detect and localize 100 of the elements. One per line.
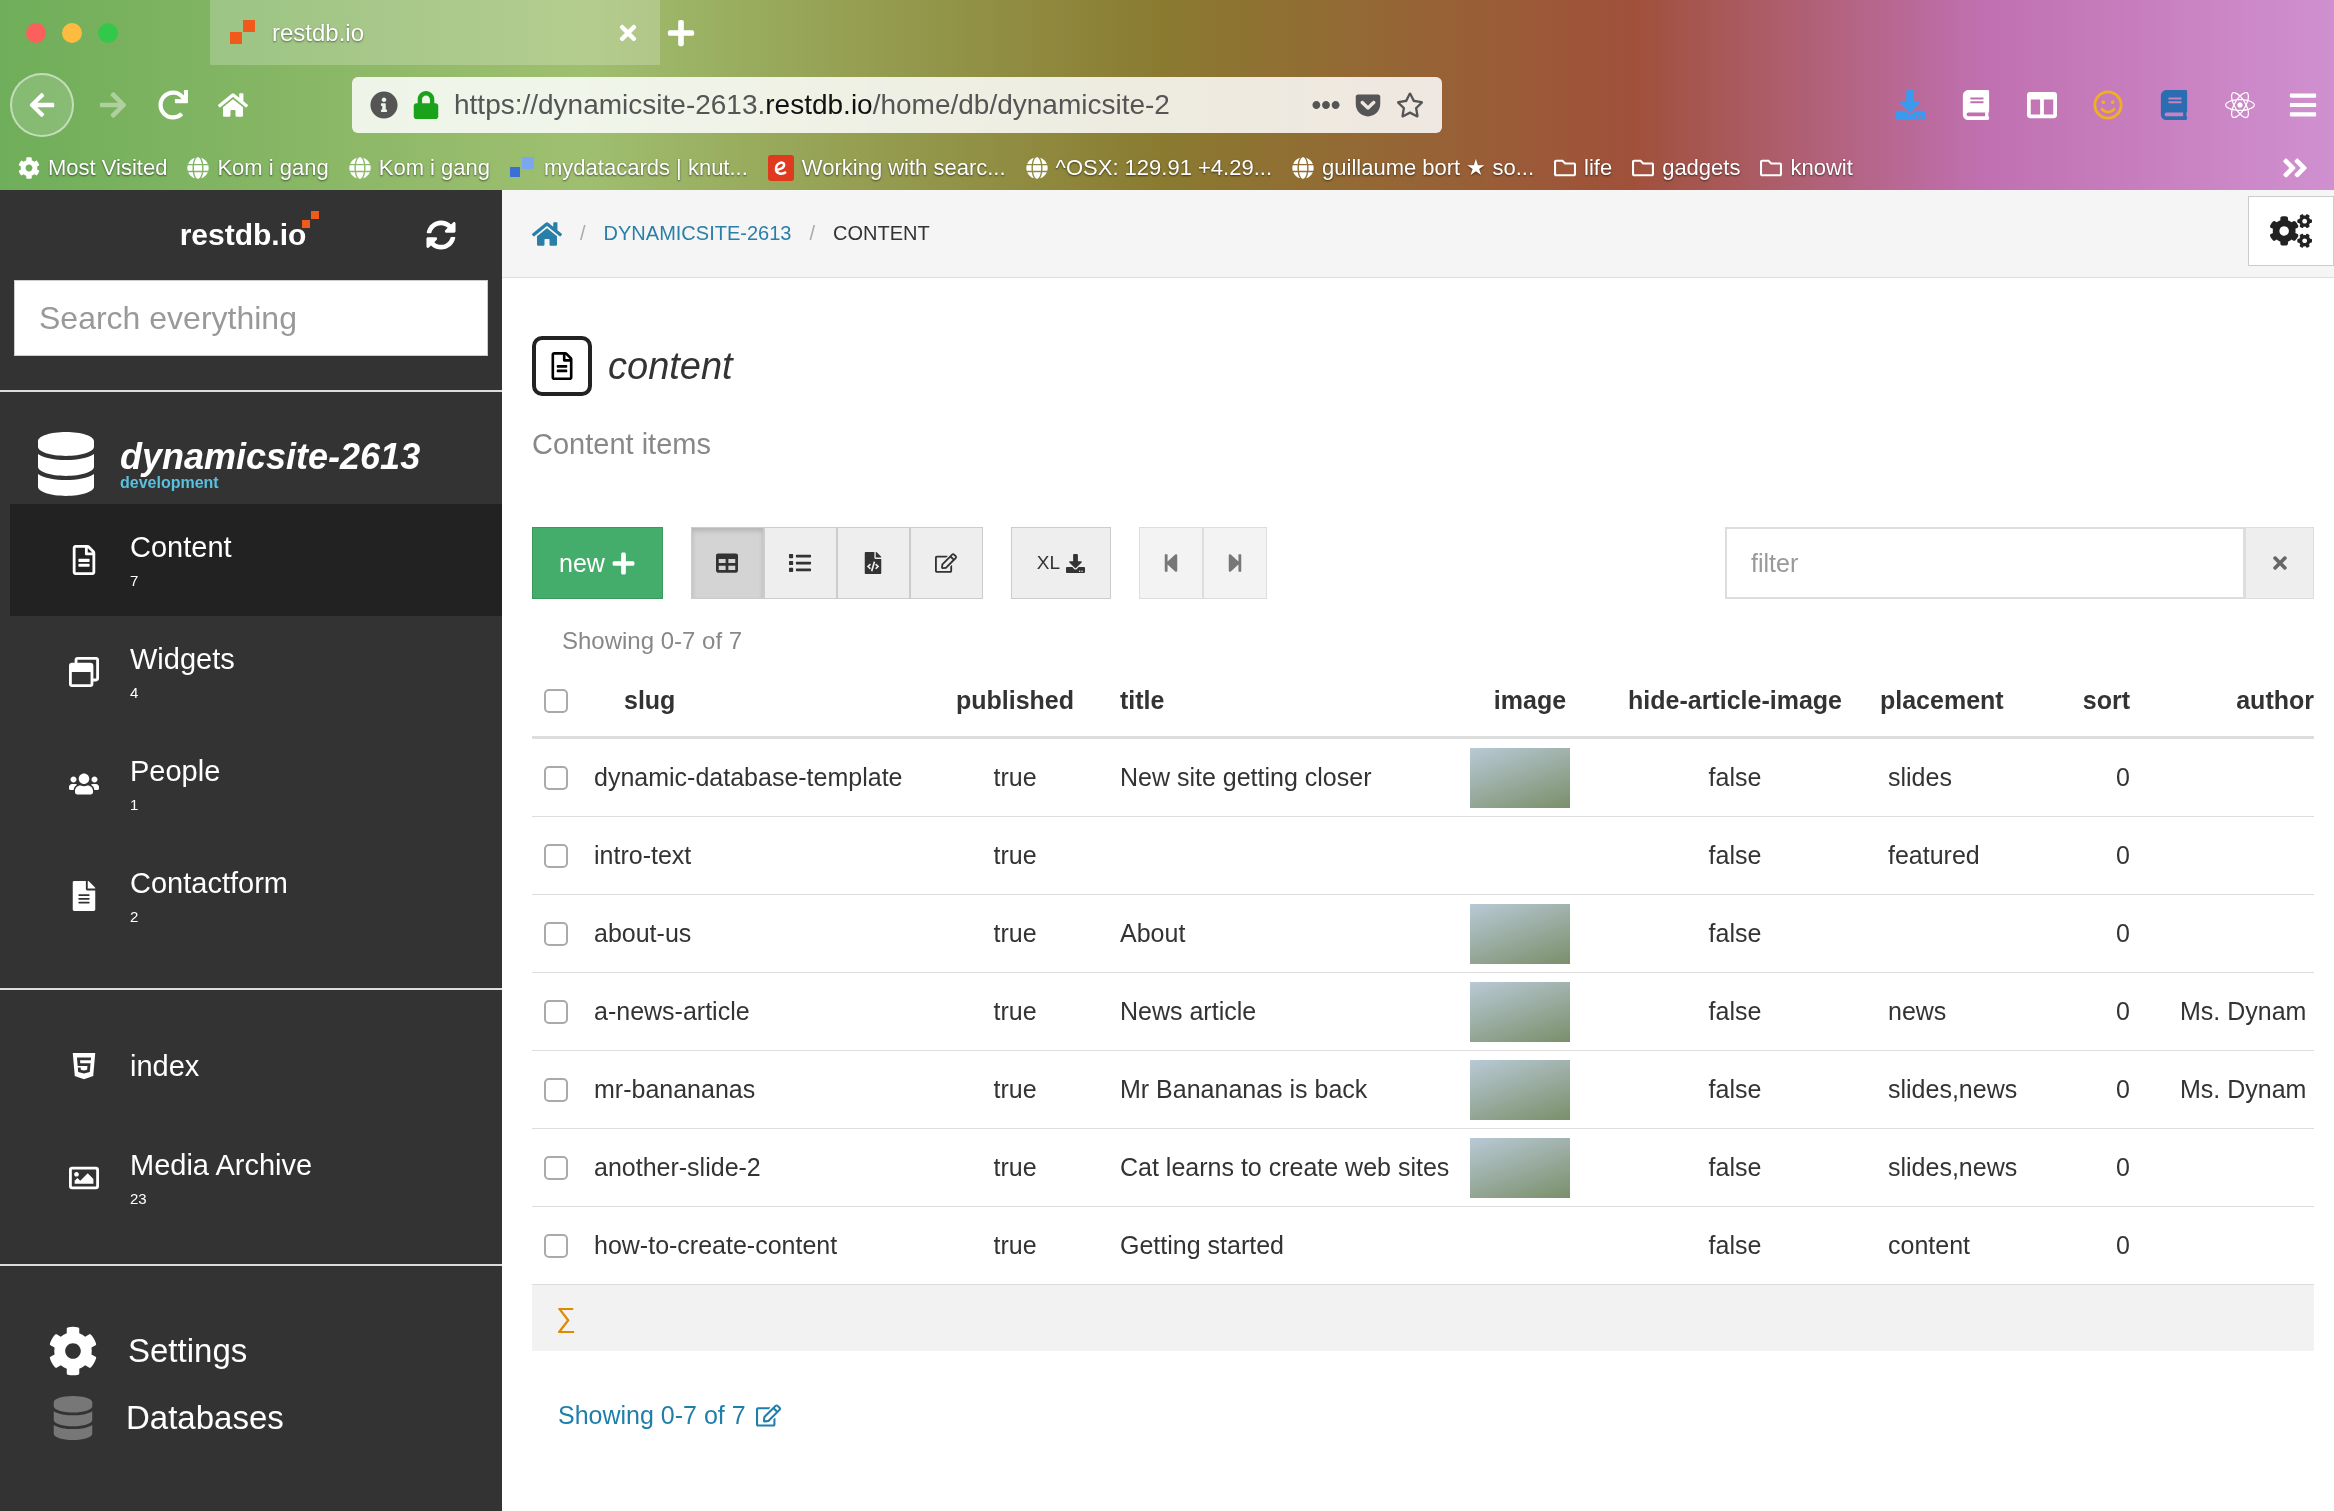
search-field[interactable]: Search everything	[14, 280, 488, 356]
star-icon[interactable]	[1396, 91, 1424, 119]
row-checkbox[interactable]	[544, 1077, 568, 1102]
breadcrumb-separator: /	[580, 222, 586, 245]
table-cell-text: true	[992, 919, 1038, 948]
column-header[interactable]: sort	[2060, 686, 2130, 715]
table-cell-text: how-to-create-content	[594, 1231, 839, 1260]
globe-icon	[1292, 156, 1315, 179]
view-button[interactable]	[909, 527, 983, 599]
settings-button[interactable]	[2248, 196, 2334, 266]
sidebar-item[interactable]: People 1	[10, 728, 502, 840]
gear-icon	[18, 156, 40, 179]
table-cell-text: Mr Banananas is back	[1119, 1075, 1369, 1104]
item-count: 2	[130, 908, 140, 925]
column-header[interactable]: author	[2130, 686, 2314, 715]
table-cell-text: false	[1707, 997, 1763, 1026]
sidebar-item[interactable]: Media Archive 23	[10, 1122, 502, 1234]
clear-filter-button[interactable]	[2245, 527, 2314, 599]
view-button[interactable]	[763, 527, 837, 599]
column-header[interactable]: image	[1470, 686, 1590, 715]
address-bar[interactable]: https://dynamicsite-2613.restdb.io/home/db/dynamicsite-2	[352, 77, 1442, 133]
sidebar-item[interactable]: Widgets 4	[10, 616, 502, 728]
table-cell-text: true	[992, 1075, 1038, 1104]
item-label: People	[130, 755, 221, 787]
table-cell-text: About	[1119, 919, 1187, 948]
page-title: content	[608, 344, 733, 388]
document-icon	[532, 336, 592, 396]
bookmark-link[interactable]: ^OSX: 129.91 +4.29...	[1025, 154, 1273, 181]
table-cell-text: 0	[2115, 1075, 2130, 1104]
table-cell-text: Ms. Dynam	[2179, 997, 2308, 1026]
table-cell-text: featured	[1887, 841, 1981, 870]
export-button[interactable]: XL	[1010, 527, 1111, 599]
letter-e-icon	[767, 154, 794, 181]
table-cell-text: Ms. Dynam	[2179, 1075, 2308, 1104]
table-cell-text: true	[992, 1153, 1038, 1182]
column-header[interactable]: title	[1080, 686, 1470, 715]
edit-icon	[935, 552, 958, 574]
table-cell-text: false	[1707, 763, 1763, 792]
back-arrow-icon	[28, 91, 56, 119]
row-checkbox[interactable]	[544, 1233, 568, 1258]
item-count: 4	[130, 684, 140, 701]
globe-icon	[187, 156, 210, 179]
row-checkbox[interactable]	[544, 1155, 568, 1180]
next-page-button[interactable]	[1202, 527, 1267, 599]
column-header[interactable]: slug	[594, 686, 950, 715]
column-header[interactable]: hide-article-image	[1590, 686, 1880, 715]
bookmark-link[interactable]: life	[1554, 154, 1613, 181]
table-cell-text: slides	[1887, 763, 1953, 792]
table-cell-text: true	[992, 1231, 1038, 1260]
sum-symbol: ∑	[556, 1302, 576, 1334]
item-label: Contactform	[130, 867, 288, 899]
item-label: Media Archive	[130, 1149, 313, 1181]
table-cell-text: false	[1707, 919, 1763, 948]
table-cell-text: content	[1887, 1231, 1971, 1260]
table-cell-text: 0	[2115, 919, 2130, 948]
squares-icon	[510, 156, 536, 179]
minimize-window-button[interactable]	[62, 22, 82, 43]
sidebar-item[interactable]: Content 7	[10, 504, 502, 616]
databases-link[interactable]: Databases	[0, 1396, 502, 1440]
column-header[interactable]: placement	[1880, 686, 2060, 715]
table-cell-text: true	[992, 841, 1038, 870]
refresh-icon	[426, 220, 456, 250]
table-cell-text: News article	[1119, 997, 1258, 1026]
logo-text: restdb.io	[179, 218, 307, 252]
page-subtitle: Content items	[532, 428, 712, 461]
table-cell-text: slides,news	[1887, 1075, 2019, 1104]
item-count: 23	[130, 1190, 148, 1207]
table-cell-text: false	[1707, 841, 1763, 870]
sidebar-item[interactable]: Contactform 2	[10, 840, 502, 952]
view-button[interactable]	[836, 527, 910, 599]
lock-icon	[412, 91, 440, 119]
breadcrumb-link[interactable]: DYNAMICSITE-2613	[603, 222, 792, 245]
globe-icon	[1025, 156, 1048, 179]
record-count-link[interactable]: Showing 0-7 of 7	[558, 1401, 2314, 1430]
table-cell-text: another-slide-2	[594, 1153, 762, 1182]
table-cell-text: 0	[2115, 763, 2130, 792]
row-checkbox[interactable]	[544, 765, 568, 790]
view-button[interactable]	[690, 527, 764, 599]
item-label: Content	[130, 531, 232, 563]
sidebar-item[interactable]: index	[10, 1010, 502, 1122]
filter-field[interactable]: filter	[1725, 527, 2245, 599]
row-checkbox[interactable]	[544, 999, 568, 1024]
item-count: 7	[130, 572, 140, 589]
previous-page-button[interactable]	[1138, 527, 1203, 599]
table-cell-text: intro-text	[594, 841, 693, 870]
select-all-checkbox[interactable]	[544, 688, 568, 713]
breadcrumb-link[interactable]: CONTENT	[832, 222, 930, 245]
row-checkbox[interactable]	[544, 843, 568, 868]
column-header[interactable]: published	[950, 686, 1080, 715]
bookmark-link[interactable]: knowit	[1760, 154, 1853, 181]
table-cell-text: false	[1707, 1231, 1763, 1260]
bookmark-link[interactable]: guillaume bort ★ so...	[1292, 154, 1534, 181]
home-icon	[218, 90, 248, 120]
row-checkbox[interactable]	[544, 921, 568, 946]
settings-link[interactable]: Settings	[0, 1266, 502, 1396]
download-icon	[1066, 553, 1085, 573]
table-cell-text: 0	[2115, 997, 2130, 1026]
windows-icon	[69, 657, 99, 687]
bookmark-link[interactable]: gadgets	[1632, 154, 1741, 181]
table-cell-text: Cat learns to create web sites	[1119, 1153, 1451, 1182]
